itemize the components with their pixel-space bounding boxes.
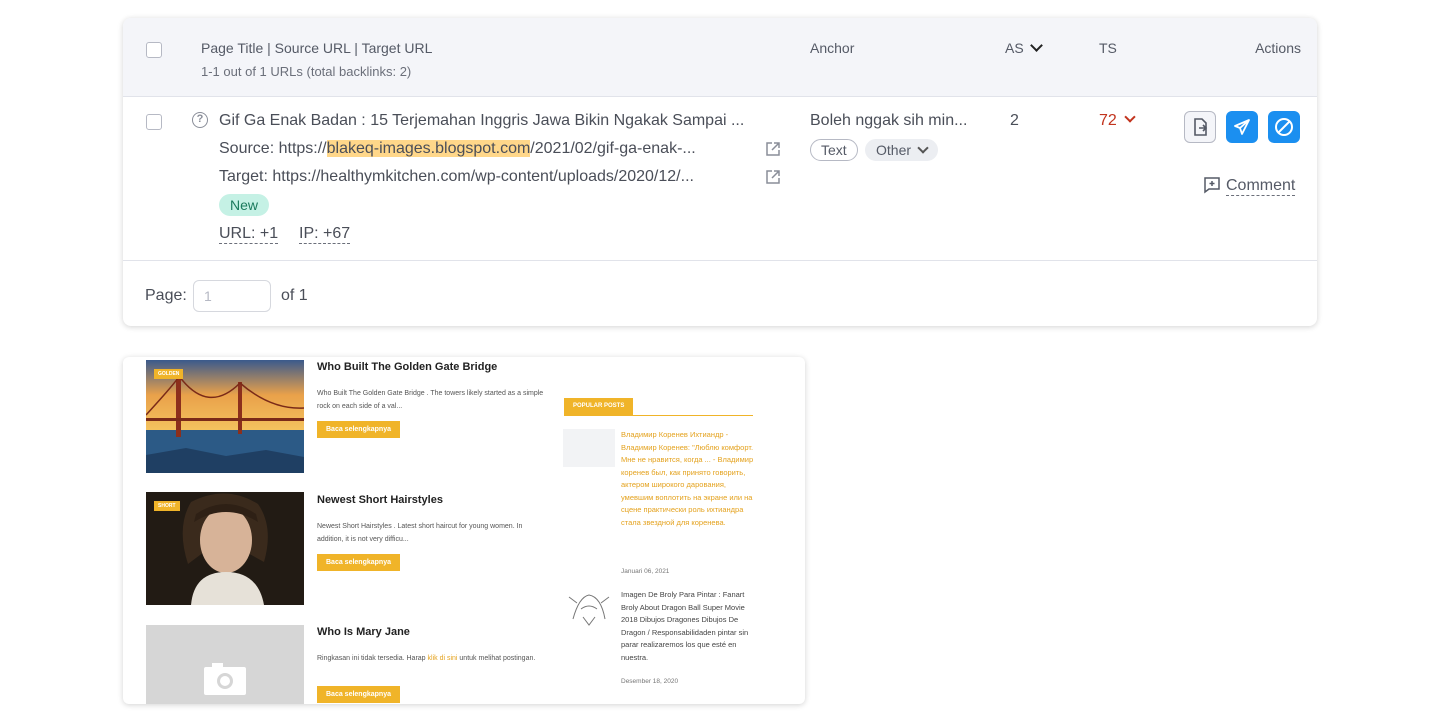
as-value: 2: [1010, 112, 1019, 129]
popular-post-date: Januari 06, 2021: [621, 568, 670, 575]
chevron-down-icon: [1124, 111, 1136, 123]
external-link-icon[interactable]: [765, 141, 781, 157]
target-value: https://healthymkitchen.com/wp-content/u…: [272, 168, 694, 185]
post-thumbnail[interactable]: GOLDEN: [146, 360, 304, 473]
popular-post-date: Desember 18, 2020: [621, 678, 679, 685]
excerpt-text: Ringkasan ini tidak tersedia. Harap: [317, 655, 428, 662]
post-excerpt: Ringkasan ini tidak tersedia. Harap klik…: [317, 652, 547, 665]
ts-column-header[interactable]: TS: [1099, 40, 1117, 56]
source-domain: blakeq-images.blogspot.com: [326, 140, 531, 157]
comment-button[interactable]: Comment: [1203, 177, 1296, 196]
export-button[interactable]: [1184, 111, 1216, 143]
send-button[interactable]: [1226, 111, 1258, 143]
popular-post-link[interactable]: Imagen De Broly Para Pintar : Fanart Bro…: [621, 589, 755, 664]
post-title[interactable]: Who Built The Golden Gate Bridge: [317, 361, 497, 373]
ts-value: 72: [1099, 112, 1117, 129]
table-header: Page Title | Source URL | Target URL 1-1…: [123, 18, 1317, 97]
page-total: of 1: [281, 287, 308, 304]
source-label: Source:: [219, 140, 275, 157]
chevron-down-icon: [917, 142, 929, 154]
source-url[interactable]: Source: https://blakeq-images.blogspot.c…: [219, 140, 696, 158]
post-excerpt: Who Built The Golden Gate Bridge . The t…: [317, 390, 544, 410]
comment-icon: [1204, 177, 1220, 194]
post-title[interactable]: Newest Short Hairstyles: [317, 494, 443, 506]
popular-posts-header: POPULAR POSTS: [564, 398, 753, 416]
page-number-input[interactable]: 1: [193, 280, 271, 312]
target-url[interactable]: Target: https://healthymkitchen.com/wp-c…: [219, 168, 694, 186]
actions-column-header: Actions: [1255, 40, 1301, 56]
url-stat[interactable]: URL: +1: [219, 225, 279, 244]
anchor-column-header[interactable]: Anchor: [810, 40, 854, 56]
paper-plane-icon: [1234, 119, 1250, 135]
pagination: Page: 1 of 1: [123, 261, 1317, 326]
read-more-button[interactable]: Baca selengkapnya: [317, 554, 400, 571]
anchor-other-dropdown[interactable]: Other: [865, 139, 939, 161]
post-thumbnail[interactable]: [146, 625, 304, 704]
document-export-icon: [1194, 118, 1208, 136]
results-count: 1-1 out of 1 URLs (total backlinks: 2): [201, 64, 412, 79]
anchor-type-chip: Text: [810, 139, 858, 161]
post-category-tag[interactable]: GOLDEN: [154, 369, 184, 379]
dragon-sketch-icon: [568, 594, 610, 626]
comment-label: Comment: [1226, 177, 1296, 196]
post-excerpt: Newest Short Hairstyles . Latest short h…: [317, 523, 523, 543]
table-row: ? Gif Ga Enak Badan : 15 Terjemahan Ingg…: [123, 97, 1317, 261]
ts-dropdown[interactable]: 72: [1099, 111, 1136, 130]
read-more-button[interactable]: Baca selengkapnya: [317, 686, 400, 703]
select-all-checkbox[interactable]: [146, 42, 162, 58]
read-more-button[interactable]: Baca selengkapnya: [317, 421, 400, 438]
camera-placeholder-icon: [204, 663, 246, 695]
popular-posts-label: POPULAR POSTS: [564, 398, 634, 415]
block-button[interactable]: [1268, 111, 1300, 143]
sort-desc-icon[interactable]: [1029, 39, 1043, 52]
post-category-tag[interactable]: SHORT: [154, 501, 180, 511]
other-label: Other: [876, 142, 912, 158]
blog-preview: GOLDEN Who Built The Golden Gate Bridge …: [123, 357, 805, 704]
post-thumbnail[interactable]: SHORT: [146, 492, 304, 605]
url-stat-label: URL: +1: [219, 225, 279, 244]
dragon-sketch-image[interactable]: [563, 589, 615, 627]
as-column-header[interactable]: AS: [1005, 39, 1043, 56]
backlinks-table: Page Title | Source URL | Target URL 1-1…: [123, 18, 1317, 326]
page-title-link[interactable]: Gif Ga Enak Badan : 15 Terjemahan Inggri…: [219, 112, 744, 130]
target-label: Target:: [219, 168, 268, 185]
as-column-label: AS: [1005, 40, 1024, 56]
new-badge: New: [219, 194, 270, 216]
click-here-link[interactable]: klik di sini: [428, 655, 458, 662]
popular-post-link[interactable]: Владимир Коренев Ихтиандр - Владимир Кор…: [621, 429, 755, 529]
question-icon[interactable]: ?: [192, 112, 208, 128]
broken-image-icon[interactable]: [563, 429, 615, 467]
ip-stat[interactable]: IP: +67: [299, 225, 351, 244]
external-link-icon[interactable]: [765, 169, 781, 185]
source-prefix: https://: [278, 140, 327, 157]
anchor-text: Boleh nggak sih min...: [810, 112, 968, 129]
page-label: Page:: [145, 287, 187, 304]
post-title[interactable]: Who Is Mary Jane: [317, 626, 410, 638]
ip-stat-label: IP: +67: [299, 225, 351, 244]
row-checkbox[interactable]: [146, 114, 162, 130]
title-column-header[interactable]: Page Title | Source URL | Target URL: [201, 40, 432, 56]
block-icon: [1275, 118, 1293, 136]
excerpt-text: untuk melihat postingan.: [457, 655, 536, 662]
source-path: /2021/02/gif-ga-enak-...: [530, 140, 696, 157]
